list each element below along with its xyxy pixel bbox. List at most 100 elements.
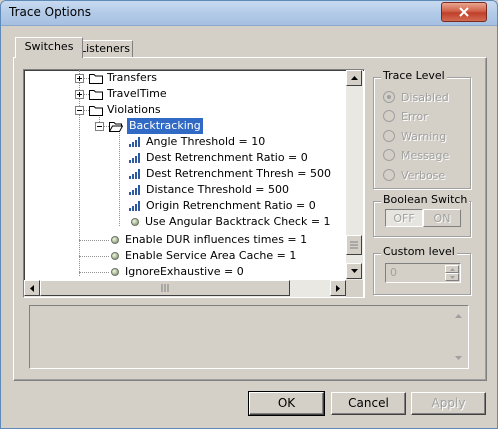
trace-level-label: Trace Level	[381, 69, 447, 82]
signal-bars-icon	[129, 137, 140, 147]
tree-item-label: Enable Service Area Cache = 1	[125, 249, 297, 262]
arrow-right-icon	[336, 284, 340, 292]
expand-plus-icon[interactable]	[75, 89, 84, 99]
radio-verbose[interactable]: Verbose	[383, 167, 445, 183]
arrow-up-icon	[455, 314, 462, 318]
tree-line	[79, 240, 109, 241]
scroll-down-button[interactable]	[346, 263, 362, 279]
tree-item-dest-retrenchment-thresh[interactable]: Dest Retrenchment Thresh = 500	[129, 166, 331, 182]
tree-item-label: Transfers	[107, 71, 157, 84]
tree-line	[79, 272, 109, 273]
switches-tree[interactable]: Transfers TravelTime Violations Backtrac…	[23, 69, 365, 298]
tree-item-angle-threshold[interactable]: Angle Threshold = 10	[129, 134, 265, 150]
title-bar[interactable]: Trace Options	[1, 1, 497, 26]
folder-closed-icon	[89, 105, 103, 116]
expand-plus-icon[interactable]	[75, 73, 84, 83]
tree-item-label: Use Angular Backtrack Check = 1	[145, 215, 331, 228]
radio-button-icon	[383, 91, 395, 103]
custom-level-value: 0	[390, 266, 397, 279]
tree-item-label: Angle Threshold = 10	[146, 135, 266, 148]
radio-label: Warning	[401, 129, 447, 143]
radio-message[interactable]: Message	[383, 147, 449, 163]
tree-vertical-scrollbar[interactable]	[346, 70, 363, 280]
tree-item-backtracking[interactable]: Backtracking	[95, 118, 203, 134]
tree-item-label: Distance Threshold = 500	[146, 183, 290, 196]
radio-error[interactable]: Error	[383, 108, 428, 124]
apply-button[interactable]: Apply	[411, 392, 486, 415]
vertical-scroll-thumb[interactable]	[346, 235, 362, 255]
tree-item-traveltime[interactable]: TravelTime	[75, 86, 167, 102]
radio-label: Disabled	[401, 90, 449, 104]
radio-label: Message	[401, 148, 450, 162]
boolean-switch-icon	[111, 252, 119, 260]
tree-item-ignore-exhaustive[interactable]: IgnoreExhaustive = 0	[111, 264, 244, 280]
arrow-down-icon	[449, 275, 455, 279]
boolean-switch-icon	[111, 268, 119, 276]
custom-level-spinner[interactable]: 0	[385, 263, 461, 283]
radio-label: Verbose	[401, 168, 446, 182]
radio-warning[interactable]: Warning	[383, 128, 446, 144]
radio-button-icon	[383, 110, 395, 122]
scroll-left-button[interactable]	[24, 280, 40, 296]
radio-disabled[interactable]: Disabled	[383, 89, 449, 105]
description-box[interactable]	[29, 305, 469, 369]
radio-button-icon	[383, 149, 395, 161]
tree-item-label: Dest Retrenchment Thresh = 500	[146, 167, 331, 180]
arrow-down-icon	[455, 356, 462, 360]
close-button[interactable]	[441, 2, 487, 22]
tree-item-label: Backtracking	[127, 118, 203, 134]
ok-button[interactable]: OK	[248, 391, 325, 416]
tab-switches[interactable]: Switches	[15, 37, 83, 58]
spin-down-button[interactable]	[445, 273, 459, 281]
scroll-up-button[interactable]	[346, 70, 362, 86]
tree-line	[79, 256, 109, 257]
arrow-left-icon	[30, 284, 34, 292]
tree-item-label: IgnoreExhaustive = 0	[125, 265, 244, 278]
spinner-buttons	[445, 265, 459, 281]
custom-level-label: Custom level	[381, 245, 457, 258]
tab-listeners[interactable]: Listeners	[75, 40, 133, 57]
tree-horizontal-scrollbar[interactable]	[24, 280, 346, 297]
close-icon	[459, 7, 469, 17]
folder-open-icon	[109, 121, 123, 132]
signal-bars-icon	[129, 201, 140, 211]
tree-item-label: Enable DUR influences times = 1	[125, 233, 308, 246]
signal-bars-icon	[129, 169, 140, 179]
radio-label: Error	[401, 109, 428, 123]
collapse-minus-icon[interactable]	[75, 105, 84, 115]
tree-item-label: Origin Retrenchment Ratio = 0	[146, 199, 316, 212]
tree-item-use-angular-backtrack-check[interactable]: Use Angular Backtrack Check = 1	[131, 214, 331, 230]
tree-line	[119, 130, 120, 226]
horizontal-scroll-thumb[interactable]	[40, 280, 290, 296]
arrow-down-icon	[350, 269, 358, 273]
folder-closed-icon	[89, 89, 103, 100]
tab-listeners-label: Listeners	[80, 42, 130, 55]
switch-off-button[interactable]: OFF	[385, 209, 423, 227]
tree-item-origin-retrenchment-ratio[interactable]: Origin Retrenchment Ratio = 0	[129, 198, 316, 214]
grip-icon	[161, 284, 169, 292]
scroll-right-button[interactable]	[330, 280, 346, 296]
tree-item-transfers[interactable]: Transfers	[75, 70, 157, 86]
collapse-minus-icon[interactable]	[95, 121, 104, 131]
tree-item-label: TravelTime	[107, 87, 167, 100]
grip-icon	[350, 241, 358, 249]
tree-item-dest-retrenchment-ratio[interactable]: Dest Retrenchment Ratio = 0	[129, 150, 308, 166]
tree-item-enable-dur-influences-times[interactable]: Enable DUR influences times = 1	[111, 232, 307, 248]
tree-item-label: Dest Retrenchment Ratio = 0	[146, 151, 308, 164]
switch-on-button[interactable]: ON	[423, 209, 461, 227]
radio-button-icon	[383, 169, 395, 181]
folder-closed-icon	[89, 73, 103, 84]
tree-content: Transfers TravelTime Violations Backtrac…	[24, 70, 346, 280]
signal-bars-icon	[129, 185, 140, 195]
tree-item-distance-threshold[interactable]: Distance Threshold = 500	[129, 182, 289, 198]
spin-up-button[interactable]	[445, 265, 459, 273]
boolean-switch-icon	[131, 218, 139, 226]
window-title: Trace Options	[9, 5, 91, 19]
cancel-button[interactable]: Cancel	[331, 392, 406, 415]
boolean-switch-label: Boolean Switch	[381, 193, 470, 206]
arrow-up-icon	[350, 76, 358, 80]
tree-item-violations[interactable]: Violations	[75, 102, 161, 118]
scrollbar-corner	[346, 280, 363, 297]
tree-item-enable-service-area-cache[interactable]: Enable Service Area Cache = 1	[111, 248, 296, 264]
boolean-switch-icon	[111, 236, 119, 244]
